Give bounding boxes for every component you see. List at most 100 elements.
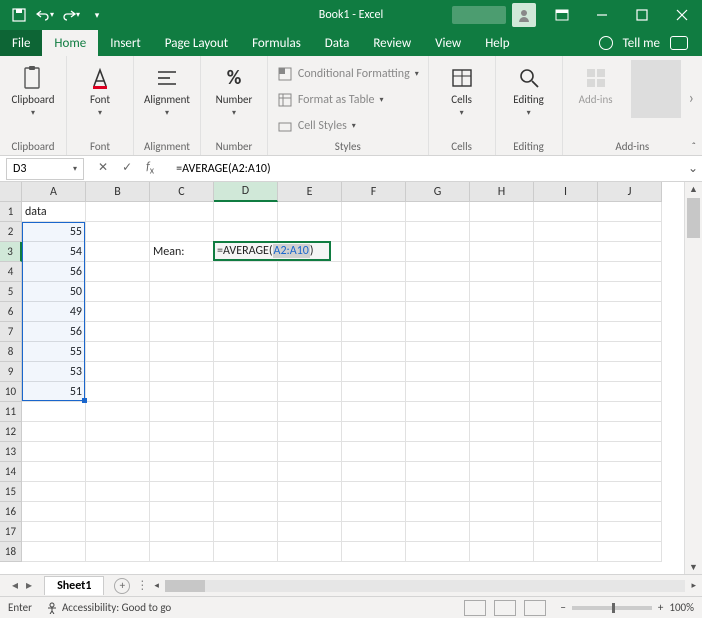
cell-C12[interactable] (150, 422, 214, 442)
col-header-B[interactable]: B (86, 182, 150, 202)
cell-E4[interactable] (278, 262, 342, 282)
cell-B13[interactable] (86, 442, 150, 462)
cell-H15[interactable] (470, 482, 534, 502)
horizontal-scrollbar[interactable]: ⋮ ◂ ▸ (130, 578, 702, 593)
row-header-9[interactable]: 9 (0, 362, 22, 382)
zoom-slider[interactable] (572, 606, 652, 610)
cells-button[interactable]: Cells▾ (437, 60, 487, 118)
cell-D18[interactable] (214, 542, 278, 562)
cell-D13[interactable] (214, 442, 278, 462)
cell-I12[interactable] (534, 422, 598, 442)
tab-help[interactable]: Help (473, 30, 521, 56)
cell-H4[interactable] (470, 262, 534, 282)
cell-J8[interactable] (598, 342, 662, 362)
close-icon[interactable] (662, 0, 702, 30)
cell-A13[interactable] (22, 442, 86, 462)
new-sheet-icon[interactable]: + (114, 578, 130, 594)
col-header-H[interactable]: H (470, 182, 534, 202)
cell-C6[interactable] (150, 302, 214, 322)
cell-H13[interactable] (470, 442, 534, 462)
row-header-14[interactable]: 14 (0, 462, 22, 482)
cell-D14[interactable] (214, 462, 278, 482)
cell-J10[interactable] (598, 382, 662, 402)
cell-B2[interactable] (86, 222, 150, 242)
cell-D10[interactable] (214, 382, 278, 402)
col-header-J[interactable]: J (598, 182, 662, 202)
cell-H17[interactable] (470, 522, 534, 542)
cell-A17[interactable] (22, 522, 86, 542)
col-header-A[interactable]: A (22, 182, 86, 202)
col-header-F[interactable]: F (342, 182, 406, 202)
cell-B5[interactable] (86, 282, 150, 302)
cell-C10[interactable] (150, 382, 214, 402)
cell-C7[interactable] (150, 322, 214, 342)
col-header-C[interactable]: C (150, 182, 214, 202)
cell-H6[interactable] (470, 302, 534, 322)
cell-I10[interactable] (534, 382, 598, 402)
cell-J4[interactable] (598, 262, 662, 282)
row-header-15[interactable]: 15 (0, 482, 22, 502)
cell-B1[interactable] (86, 202, 150, 222)
cell-I14[interactable] (534, 462, 598, 482)
cell-C15[interactable] (150, 482, 214, 502)
cell-C1[interactable] (150, 202, 214, 222)
cell-A15[interactable] (22, 482, 86, 502)
cell-J9[interactable] (598, 362, 662, 382)
cell-I5[interactable] (534, 282, 598, 302)
zoom-out-icon[interactable]: − (560, 601, 565, 614)
cell-C3[interactable]: Mean: (150, 242, 214, 262)
minimize-icon[interactable] (582, 0, 622, 30)
tab-view[interactable]: View (423, 30, 473, 56)
cell-B14[interactable] (86, 462, 150, 482)
col-header-G[interactable]: G (406, 182, 470, 202)
cell-H2[interactable] (470, 222, 534, 242)
row-header-17[interactable]: 17 (0, 522, 22, 542)
qat-customize-icon[interactable]: ▾ (86, 4, 108, 26)
account-avatar[interactable] (512, 3, 536, 27)
insert-function-icon[interactable]: fx (146, 160, 154, 176)
format-as-table-button[interactable]: Format as Table▾ (277, 92, 384, 108)
cell-A6[interactable]: 49 (22, 302, 86, 322)
cell-I8[interactable] (534, 342, 598, 362)
row-header-5[interactable]: 5 (0, 282, 22, 302)
cell-H18[interactable] (470, 542, 534, 562)
hscroll-left-icon[interactable]: ◂ (154, 580, 159, 591)
cell-H1[interactable] (470, 202, 534, 222)
alignment-button[interactable]: Alignment▾ (142, 60, 192, 118)
cell-C18[interactable] (150, 542, 214, 562)
row-header-3[interactable]: 3 (0, 242, 22, 262)
cell-B3[interactable] (86, 242, 150, 262)
cell-G13[interactable] (406, 442, 470, 462)
account-name[interactable] (452, 6, 506, 24)
cell-A5[interactable]: 50 (22, 282, 86, 302)
tab-review[interactable]: Review (361, 30, 423, 56)
cell-G8[interactable] (406, 342, 470, 362)
cell-G15[interactable] (406, 482, 470, 502)
cell-G7[interactable] (406, 322, 470, 342)
cell-D3[interactable] (214, 242, 278, 262)
cell-D15[interactable] (214, 482, 278, 502)
sheet-nav-prev-icon[interactable]: ◂ (12, 578, 18, 593)
tell-me-icon[interactable] (599, 36, 613, 50)
cell-F3[interactable] (342, 242, 406, 262)
cell-J3[interactable] (598, 242, 662, 262)
cell-H12[interactable] (470, 422, 534, 442)
cell-A4[interactable]: 56 (22, 262, 86, 282)
scrollbar-thumb[interactable] (687, 198, 700, 238)
conditional-formatting-button[interactable]: Conditional Formatting▾ (277, 66, 419, 82)
cell-B4[interactable] (86, 262, 150, 282)
cell-D5[interactable] (214, 282, 278, 302)
cell-C14[interactable] (150, 462, 214, 482)
row-header-2[interactable]: 2 (0, 222, 22, 242)
cell-C16[interactable] (150, 502, 214, 522)
cell-E11[interactable] (278, 402, 342, 422)
zoom-in-icon[interactable]: + (658, 601, 663, 614)
cell-D17[interactable] (214, 522, 278, 542)
cell-G14[interactable] (406, 462, 470, 482)
cell-E8[interactable] (278, 342, 342, 362)
clipboard-button[interactable]: Clipboard▾ (8, 60, 58, 118)
cell-D12[interactable] (214, 422, 278, 442)
cell-G6[interactable] (406, 302, 470, 322)
scroll-down-icon[interactable]: ▼ (685, 560, 702, 574)
row-header-6[interactable]: 6 (0, 302, 22, 322)
